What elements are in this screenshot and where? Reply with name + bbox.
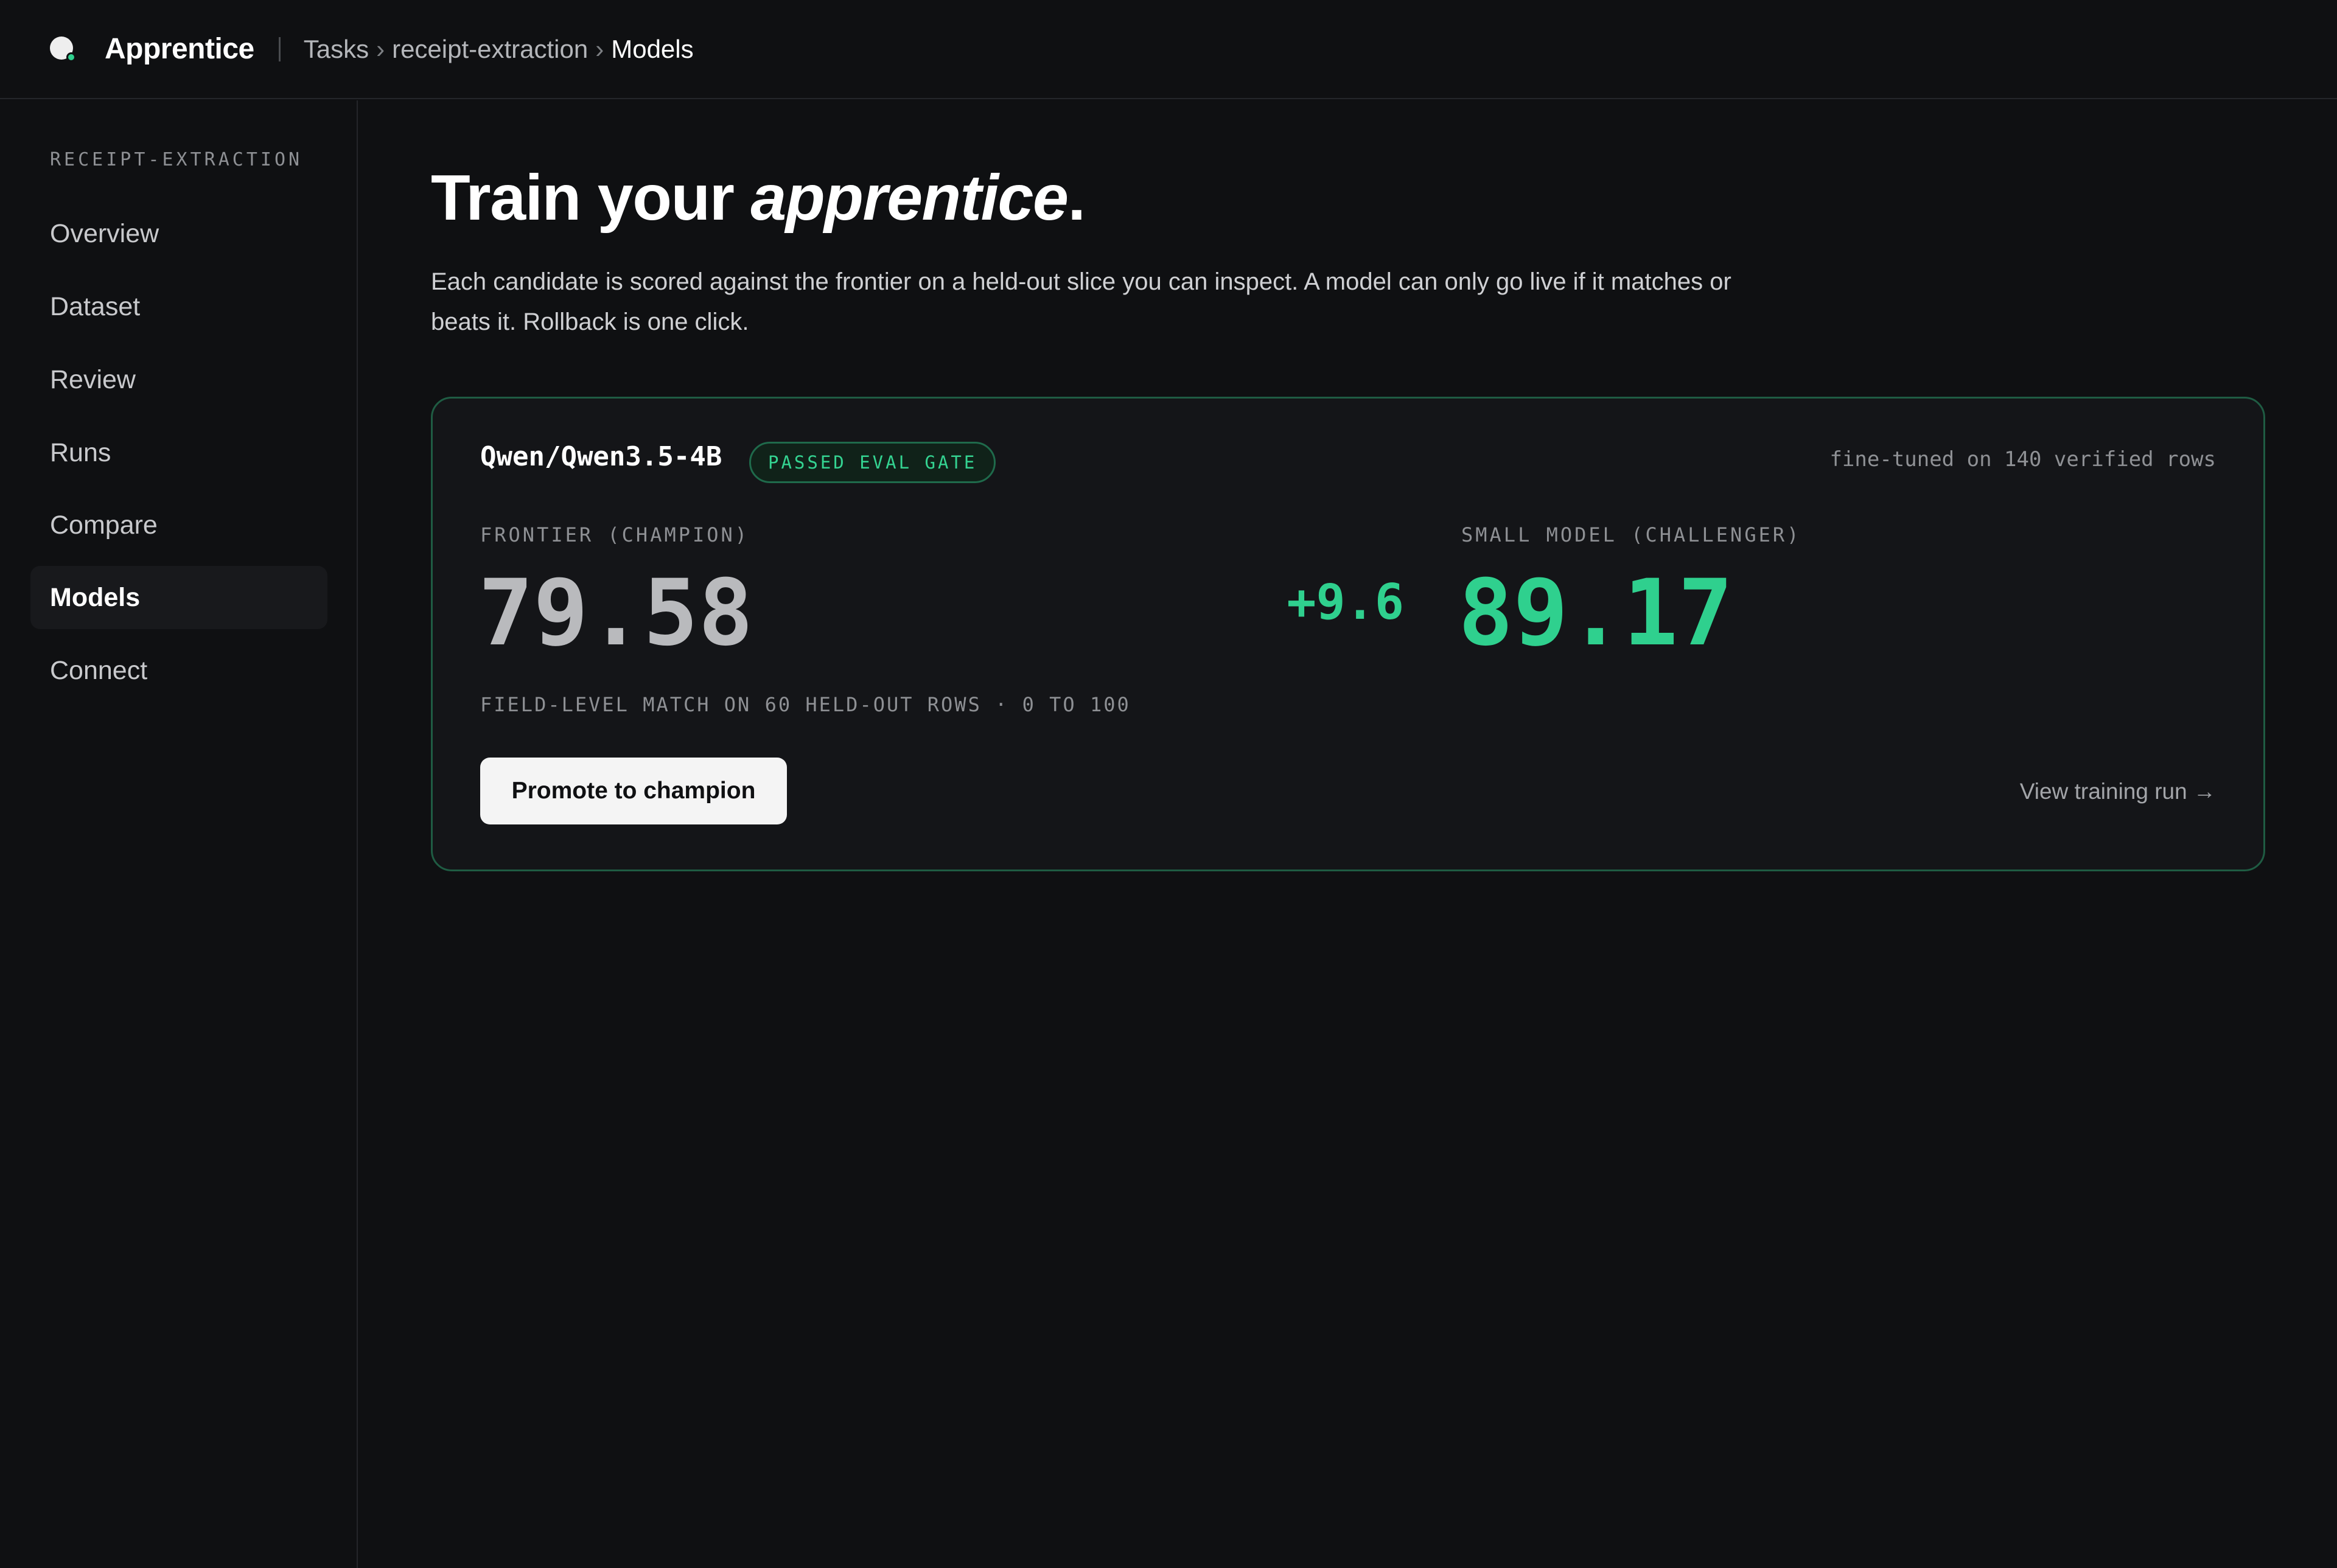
- promote-to-champion-button[interactable]: Promote to champion: [480, 758, 787, 824]
- challenger-score: 89.17: [1458, 560, 1733, 666]
- breadcrumb-task[interactable]: receipt-extraction: [392, 35, 588, 64]
- sidebar-item-runs[interactable]: Runs: [30, 421, 327, 484]
- challenger-label: SMALL MODEL (CHALLENGER): [1461, 523, 1801, 546]
- page-description: Each candidate is scored against the fro…: [431, 268, 1731, 335]
- breadcrumb-current: Models: [611, 34, 694, 63]
- brand-divider: [278, 37, 281, 61]
- sidebar: RECEIPT-EXTRACTION Overview Dataset Revi…: [0, 100, 358, 1568]
- champion-label: FRONTIER (CHAMPION): [480, 523, 750, 546]
- sidebar-item-connect[interactable]: Connect: [30, 639, 327, 702]
- page-title-suffix: .: [1067, 162, 1085, 234]
- logo-accent-dot: [66, 52, 76, 62]
- page-title: Train your apprentice.: [431, 159, 1086, 237]
- sidebar-item-compare[interactable]: Compare: [30, 493, 327, 557]
- model-name: Qwen/Qwen3.5-4B: [480, 441, 722, 472]
- sidebar-item-dataset[interactable]: Dataset: [30, 275, 327, 338]
- sidebar-heading: RECEIPT-EXTRACTION: [50, 149, 303, 170]
- fine-tune-note: fine-tuned on 140 verified rows: [1829, 447, 2216, 472]
- breadcrumb: Tasks › receipt-extraction › Models: [304, 35, 694, 64]
- sidebar-item-models[interactable]: Models: [30, 566, 327, 629]
- apprentice-logo-icon[interactable]: [49, 35, 77, 63]
- model-card: Qwen/Qwen3.5-4B PASSED EVAL GATE fine-tu…: [431, 397, 2265, 871]
- score-delta: +9.6: [1287, 574, 1404, 630]
- breadcrumb-separator-icon: ›: [595, 34, 604, 63]
- status-badge: PASSED EVAL GATE: [749, 442, 996, 483]
- breadcrumb-tasks[interactable]: Tasks: [304, 35, 369, 64]
- top-bar: Apprentice Tasks › receipt-extraction › …: [0, 0, 2337, 99]
- view-training-run-link[interactable]: View training run →: [2020, 779, 2216, 804]
- sidebar-item-review[interactable]: Review: [30, 348, 327, 411]
- sidebar-item-overview[interactable]: Overview: [30, 202, 327, 265]
- page-title-emphasis: apprentice: [750, 162, 1069, 234]
- breadcrumb-separator-icon: ›: [376, 34, 385, 63]
- champion-score: 79.58: [478, 560, 753, 666]
- metric-description: FIELD-LEVEL MATCH ON 60 HELD-OUT ROWS · …: [480, 693, 1131, 716]
- page-title-prefix: Train your: [431, 162, 751, 234]
- app-name[interactable]: Apprentice: [105, 32, 254, 66]
